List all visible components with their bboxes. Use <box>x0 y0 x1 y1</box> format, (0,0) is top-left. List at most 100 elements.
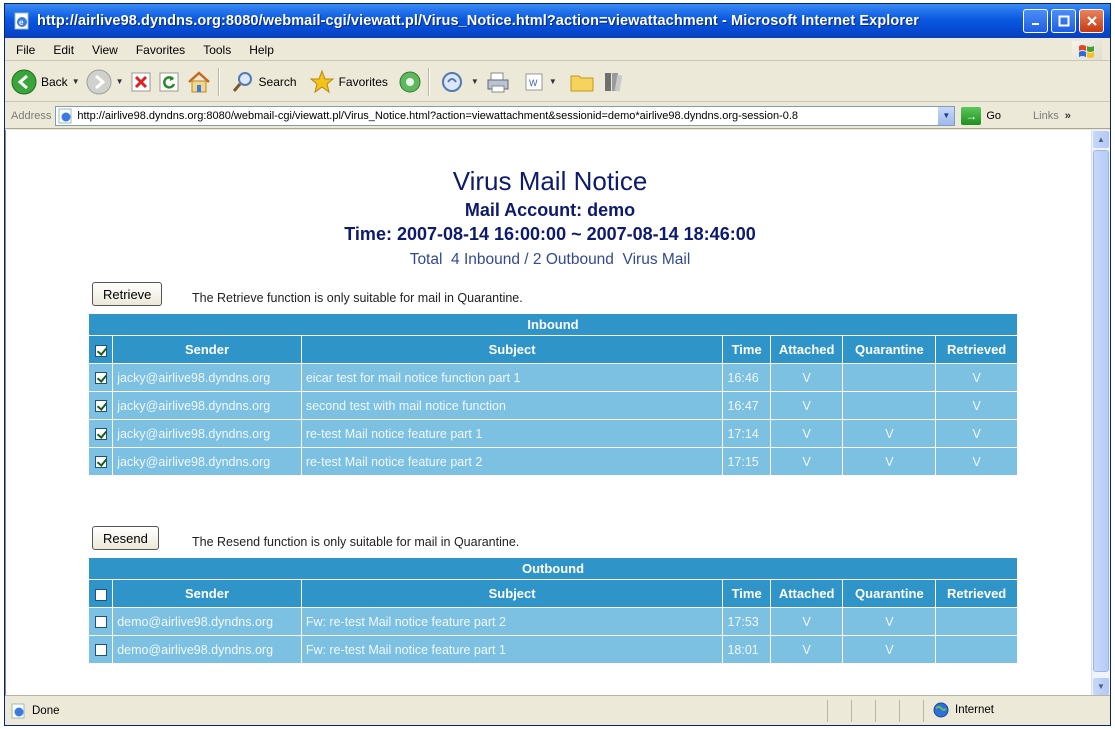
subject-link[interactable]: re-test Mail notice feature part 2 <box>300 447 724 476</box>
links-chevron-icon[interactable]: » <box>1065 110 1071 122</box>
links-label[interactable]: Links <box>1033 110 1059 122</box>
favorites-button[interactable]: Favorites <box>309 69 388 95</box>
forward-button[interactable]: ▼ <box>86 69 124 95</box>
search-label: Search <box>258 74 297 89</box>
column-header-retrieved: Retrieved <box>935 335 1018 364</box>
attached-cell: V <box>769 363 844 392</box>
scroll-down-icon[interactable]: ▼ <box>1093 678 1109 695</box>
scroll-up-icon[interactable]: ▲ <box>1093 131 1109 148</box>
mail-account: Mail Account: demo <box>464 200 636 220</box>
sender-cell: jacky@airlive98.dyndns.org <box>112 391 302 420</box>
row-checkbox-cell[interactable] <box>87 447 114 476</box>
row-checkbox[interactable] <box>94 400 107 413</box>
sender: jacky@airlive98.dyndns.org <box>117 370 271 385</box>
column-header-sender: Sender <box>112 579 302 608</box>
select-all-checkbox[interactable] <box>87 335 114 364</box>
maximize-icon <box>1058 15 1069 27</box>
retrieved-cell: V <box>935 447 1018 476</box>
mail-button[interactable]: ▼ <box>441 70 479 94</box>
status-divider <box>851 700 852 722</box>
status-divider <box>923 700 924 722</box>
subject-link[interactable]: Fw: re-test Mail notice feature part 1 <box>300 635 724 664</box>
time-cell: 17:53 <box>722 607 771 636</box>
menu-file[interactable]: File <box>5 43 44 57</box>
back-dropdown-icon[interactable]: ▼ <box>72 77 80 86</box>
row-checkbox[interactable] <box>94 644 107 657</box>
inbound-table: Inbound Sender Subject Time Attached Qua… <box>87 313 1018 476</box>
subject-link[interactable]: second test with mail notice function <box>300 391 724 420</box>
close-button[interactable] <box>1079 9 1104 33</box>
retrieve-button[interactable]: Retrieve <box>92 282 163 306</box>
checkbox-icon[interactable] <box>94 344 107 357</box>
subject-link[interactable]: re-test Mail notice feature part 1 <box>300 419 724 448</box>
table-row[interactable]: jacky@airlive98.dyndns.org re-test Mail … <box>87 419 1018 448</box>
sender-cell: jacky@airlive98.dyndns.org <box>112 363 302 392</box>
svg-text:e: e <box>19 18 24 27</box>
row-checkbox-cell[interactable] <box>87 391 114 420</box>
address-dropdown-icon[interactable]: ▼ <box>938 106 955 125</box>
checkbox-icon[interactable] <box>94 588 107 601</box>
table-row[interactable]: demo@airlive98.dyndns.org Fw: re-test Ma… <box>87 635 1018 664</box>
window-title: http://airlive98.dyndns.org:8080/webmail… <box>37 13 920 29</box>
edit-dropdown-icon[interactable]: ▼ <box>549 77 557 86</box>
forward-dropdown-icon[interactable]: ▼ <box>116 77 124 86</box>
go-icon: → <box>961 106 982 125</box>
table-row[interactable]: jacky@airlive98.dyndns.org second test w… <box>87 391 1018 420</box>
status-text: Done <box>32 704 60 717</box>
table-row[interactable]: jacky@airlive98.dyndns.org eicar test fo… <box>87 363 1018 392</box>
go-button[interactable]: → Go <box>961 106 1001 125</box>
table-row[interactable]: demo@airlive98.dyndns.org Fw: re-test Ma… <box>87 607 1018 636</box>
column-header-quarantine: Quarantine <box>842 335 937 364</box>
row-checkbox-cell[interactable] <box>87 363 114 392</box>
search-button[interactable]: Search <box>231 70 297 94</box>
address-input[interactable]: http://airlive98.dyndns.org:8080/webmail… <box>55 105 956 126</box>
edit-button[interactable]: W ▼ <box>523 71 557 93</box>
menu-help[interactable]: Help <box>240 43 283 57</box>
retrieved-cell: V <box>935 419 1018 448</box>
home-icon <box>187 70 210 92</box>
folder-button[interactable] <box>569 70 595 94</box>
row-checkbox-cell[interactable] <box>87 607 114 636</box>
subject-link[interactable]: Fw: re-test Mail notice feature part 2 <box>300 607 724 636</box>
menu-tools[interactable]: Tools <box>194 43 240 57</box>
search-icon <box>232 71 252 92</box>
folder-icon <box>570 75 594 91</box>
stop-button[interactable] <box>130 71 152 93</box>
row-checkbox[interactable] <box>94 616 107 629</box>
row-checkbox[interactable] <box>94 372 107 385</box>
subject-link[interactable]: eicar test for mail notice function part… <box>300 363 724 392</box>
ie-page-icon: e <box>14 12 29 30</box>
retrieved-cell <box>935 635 1018 664</box>
outbound-table: Outbound Sender Subject Time Attached Qu… <box>87 557 1018 664</box>
refresh-button[interactable] <box>158 71 180 93</box>
mail-dropdown-icon[interactable]: ▼ <box>471 77 479 86</box>
retrieved-cell: V <box>935 363 1018 392</box>
row-checkbox[interactable] <box>94 456 107 469</box>
resend-button[interactable]: Resend <box>92 526 159 550</box>
maximize-button[interactable] <box>1051 9 1076 33</box>
windows-flag-icon <box>1072 41 1102 60</box>
back-label: Back <box>41 74 68 89</box>
home-button[interactable] <box>186 70 212 94</box>
media-button[interactable] <box>398 70 422 94</box>
scrollbar-thumb[interactable] <box>1093 150 1109 672</box>
address-label: Address <box>11 109 52 122</box>
column-header-quarantine: Quarantine <box>842 579 937 608</box>
table-row[interactable]: jacky@airlive98.dyndns.org re-test Mail … <box>87 447 1018 476</box>
sender: demo@airlive98.dyndns.org <box>117 614 274 629</box>
row-checkbox-cell[interactable] <box>87 635 114 664</box>
attached-cell: V <box>769 391 844 420</box>
row-checkbox-cell[interactable] <box>87 419 114 448</box>
back-button[interactable]: Back ▼ <box>11 69 80 95</box>
print-button[interactable] <box>485 70 511 94</box>
research-button[interactable] <box>601 70 625 94</box>
minimize-button[interactable] <box>1023 9 1048 33</box>
menu-view[interactable]: View <box>83 43 127 57</box>
menu-edit[interactable]: Edit <box>44 43 83 57</box>
page-title: Virus Mail Notice <box>452 166 648 196</box>
vertical-scrollbar[interactable]: ▲ ▼ <box>1091 130 1110 696</box>
menu-favorites[interactable]: Favorites <box>127 43 194 57</box>
select-all-checkbox[interactable] <box>87 579 114 608</box>
column-header-attached: Attached <box>769 579 844 608</box>
row-checkbox[interactable] <box>94 428 107 441</box>
